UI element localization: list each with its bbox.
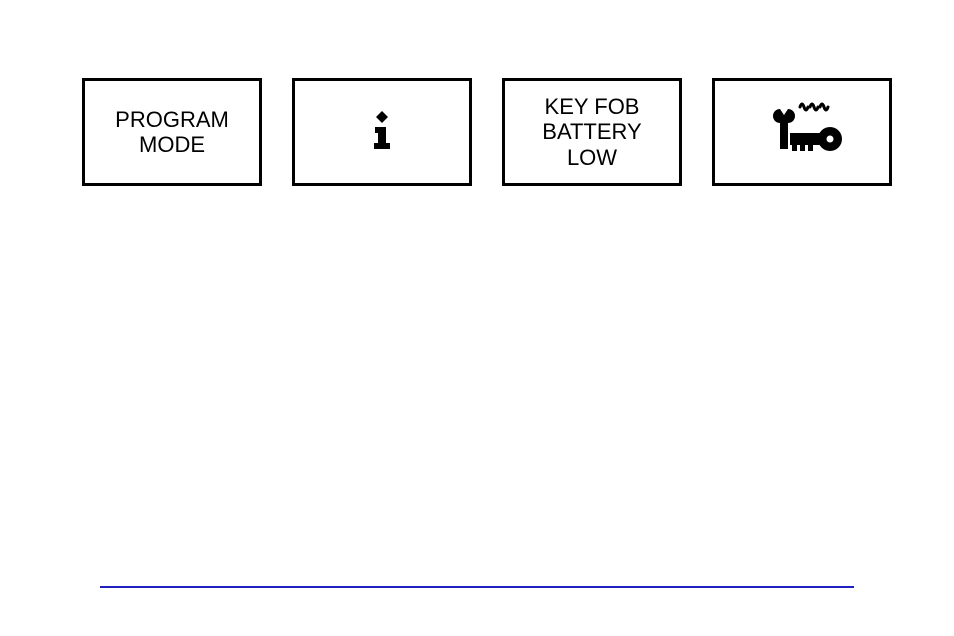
wrench-key-signal-icon xyxy=(762,99,842,164)
panel-key-signal xyxy=(712,78,892,186)
panel-program-mode: PROGRAM MODE xyxy=(82,78,262,186)
panel-label: KEY FOB BATTERY LOW xyxy=(542,94,641,170)
page-divider xyxy=(100,586,854,588)
panel-label: PROGRAM MODE xyxy=(115,107,229,158)
panel-info xyxy=(292,78,472,186)
panel-key-fob-battery-low: KEY FOB BATTERY LOW xyxy=(502,78,682,186)
indicator-panel-row: PROGRAM MODE KEY FOB BATTERY LOW xyxy=(82,78,892,186)
info-icon xyxy=(369,109,395,154)
